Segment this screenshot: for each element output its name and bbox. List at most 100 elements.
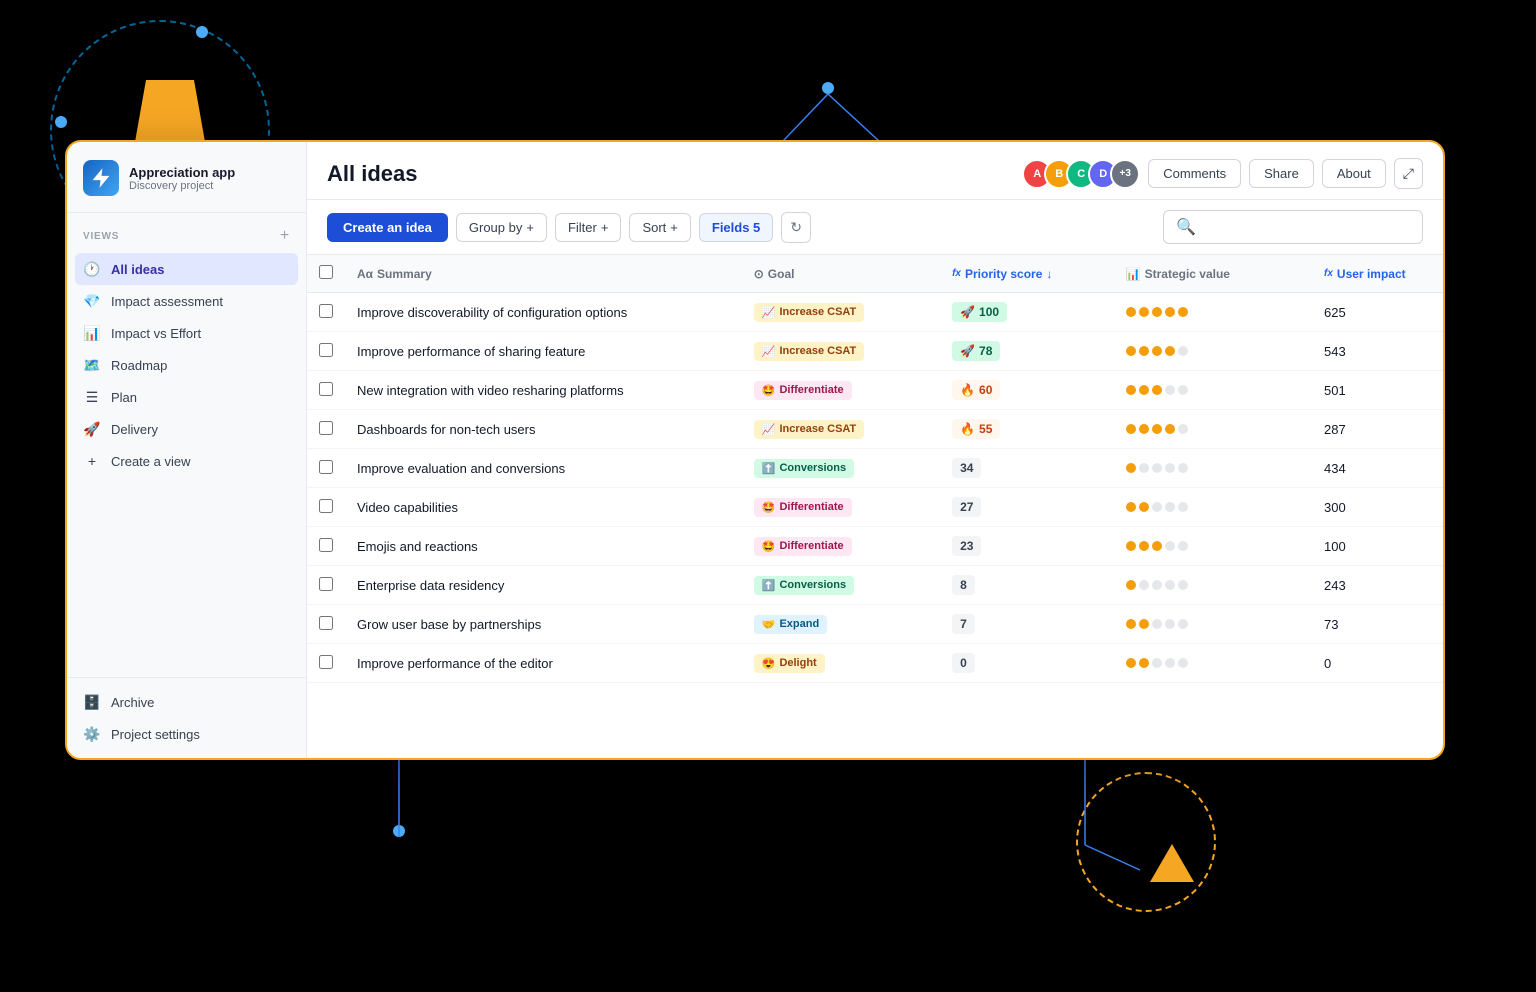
dot-empty (1165, 463, 1175, 473)
topbar-left: All ideas (327, 161, 417, 187)
table-container: Aα Summary ⊙ Goal fx (307, 255, 1443, 758)
dot-empty (1165, 541, 1175, 551)
cell-strategic-value (1114, 605, 1312, 644)
search-input[interactable] (1202, 220, 1410, 235)
cell-priority-score: 27 (940, 488, 1114, 527)
row-checkbox[interactable] (319, 382, 333, 396)
row-checkbox[interactable] (319, 655, 333, 669)
cell-user-impact: 625 (1312, 293, 1443, 332)
sidebar-item-impact-vs-effort[interactable]: 📊 Impact vs Effort (75, 317, 298, 349)
sidebar-item-label: Impact assessment (111, 294, 223, 309)
dot-filled (1139, 385, 1149, 395)
cell-summary: Emojis and reactions (345, 527, 742, 566)
cell-summary: New integration with video resharing pla… (345, 371, 742, 410)
project-settings-icon: ⚙️ (83, 725, 101, 743)
sidebar-item-label: Roadmap (111, 358, 167, 373)
sidebar-item-all-ideas[interactable]: 🕐 All ideas (75, 253, 298, 285)
row-checkbox[interactable] (319, 460, 333, 474)
sidebar: Appreciation app Discovery project VIEWS… (67, 142, 307, 758)
table-row: Improve evaluation and conversions ⬆️ Con… (307, 449, 1443, 488)
select-all-checkbox[interactable] (319, 265, 333, 279)
cell-strategic-value (1114, 410, 1312, 449)
cell-user-impact: 434 (1312, 449, 1443, 488)
strategic-dots (1126, 346, 1300, 356)
cell-strategic-value (1114, 566, 1312, 605)
sidebar-bottom: 🗄️ Archive ⚙️ Project settings (67, 677, 306, 758)
priority-score-badge: 0 (952, 653, 975, 673)
row-checkbox[interactable] (319, 616, 333, 630)
fields-button[interactable]: Fields 5 (699, 213, 773, 242)
expand-button[interactable]: ⤢ (1394, 158, 1423, 189)
sidebar-item-plan[interactable]: ☰ Plan (75, 381, 298, 413)
cell-goal: 😍 Delight (742, 644, 940, 683)
group-by-button[interactable]: Group by + (456, 213, 547, 242)
row-checkbox[interactable] (319, 304, 333, 318)
cell-user-impact: 100 (1312, 527, 1443, 566)
col-user-impact-header: fx User impact (1312, 255, 1443, 293)
about-button[interactable]: About (1322, 159, 1386, 188)
app-logo (83, 160, 119, 196)
sidebar-item-impact-assessment[interactable]: 💎 Impact assessment (75, 285, 298, 317)
filter-button[interactable]: Filter + (555, 213, 621, 242)
dot-empty (1178, 658, 1188, 668)
user-impact-col-icon: fx (1324, 268, 1333, 279)
dot-empty (1178, 502, 1188, 512)
cell-priority-score: 23 (940, 527, 1114, 566)
group-by-label: Group by (469, 220, 522, 235)
strategic-dots (1126, 580, 1300, 590)
table-row: Dashboards for non-tech users 📈 Increase … (307, 410, 1443, 449)
decorative-dot-bottom (393, 825, 405, 837)
dot-filled (1139, 307, 1149, 317)
goal-badge: 🤩 Differentiate (754, 381, 852, 400)
row-checkbox[interactable] (319, 499, 333, 513)
priority-score-badge: 23 (952, 536, 981, 556)
cell-strategic-value (1114, 293, 1312, 332)
cell-priority-score: 🚀 78 (940, 332, 1114, 371)
table-row: Video capabilities🤩 Differentiate27300 (307, 488, 1443, 527)
sidebar-item-roadmap[interactable]: 🗺️ Roadmap (75, 349, 298, 381)
user-impact-col-label: User impact (1337, 267, 1406, 281)
cell-goal: 📈 Increase CSAT (742, 332, 940, 371)
sidebar-item-label: Project settings (111, 727, 200, 742)
sort-button[interactable]: Sort + (629, 213, 690, 242)
sidebar-item-archive[interactable]: 🗄️ Archive (75, 686, 298, 718)
goal-col-icon: ⊙ (754, 267, 764, 281)
dot-filled (1152, 385, 1162, 395)
add-view-icon[interactable]: + (280, 227, 290, 245)
decorative-dot-top (196, 26, 208, 38)
decorative-dot-left (55, 116, 67, 128)
goal-badge: 📈 Increase CSAT (754, 420, 865, 439)
dot-filled (1178, 307, 1188, 317)
comments-button[interactable]: Comments (1148, 159, 1241, 188)
cell-user-impact: 243 (1312, 566, 1443, 605)
topbar-right: A B C D +3 Comments Share About ⤢ (1022, 158, 1423, 189)
sidebar-item-label: Archive (111, 695, 154, 710)
cell-priority-score: 🚀 100 (940, 293, 1114, 332)
row-checkbox[interactable] (319, 421, 333, 435)
row-checkbox[interactable] (319, 538, 333, 552)
group-by-plus: + (526, 220, 534, 235)
dot-filled (1165, 424, 1175, 434)
dot-filled (1126, 463, 1136, 473)
sidebar-item-delivery[interactable]: 🚀 Delivery (75, 413, 298, 445)
share-button[interactable]: Share (1249, 159, 1314, 188)
col-check-header (307, 255, 345, 293)
goal-badge: ⬆️ Conversions (754, 459, 854, 478)
app-name: Appreciation app (129, 165, 235, 180)
sidebar-item-project-settings[interactable]: ⚙️ Project settings (75, 718, 298, 750)
sidebar-item-create-view[interactable]: + Create a view (75, 445, 298, 477)
cell-summary: Improve evaluation and conversions (345, 449, 742, 488)
refresh-button[interactable]: ↻ (781, 212, 811, 243)
goal-badge: 🤝 Expand (754, 615, 827, 634)
row-checkbox[interactable] (319, 577, 333, 591)
dot-filled (1126, 307, 1136, 317)
cell-summary: Improve discoverability of configuration… (345, 293, 742, 332)
cell-summary: Improve performance of sharing feature (345, 332, 742, 371)
create-idea-button[interactable]: Create an idea (327, 213, 448, 242)
sidebar-item-label: Delivery (111, 422, 158, 437)
dot-empty (1178, 346, 1188, 356)
dot-filled (1126, 541, 1136, 551)
table-body: Improve discoverability of configuration… (307, 293, 1443, 683)
cell-summary: Dashboards for non-tech users (345, 410, 742, 449)
row-checkbox[interactable] (319, 343, 333, 357)
